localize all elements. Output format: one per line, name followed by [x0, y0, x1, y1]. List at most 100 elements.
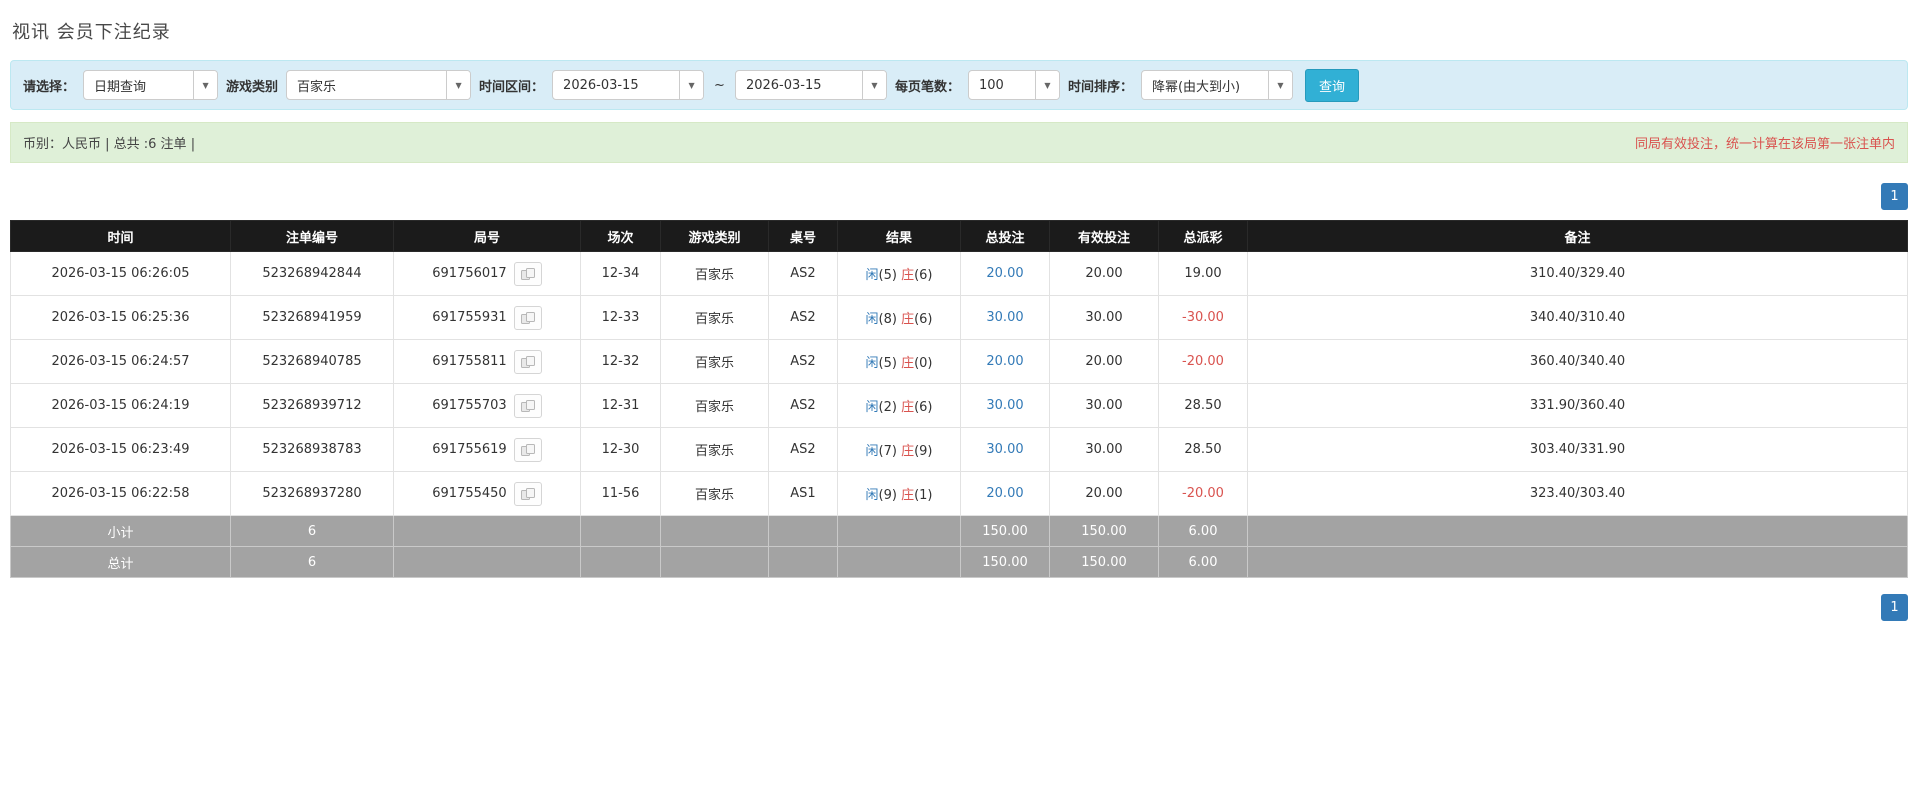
search-button[interactable]: 查询 [1304, 68, 1359, 102]
column-header: 总派彩 [1158, 220, 1248, 252]
view-cards-button[interactable] [513, 393, 542, 418]
game-type-value: 百家乐 [297, 79, 337, 95]
query-type-select[interactable]: 日期查询 ▼ [83, 70, 219, 100]
cards-icon [520, 311, 535, 324]
page-button-1[interactable]: 1 [1881, 183, 1908, 210]
cell-note: 323.40/303.40 [1247, 471, 1908, 516]
player-result: 闲 [865, 268, 879, 283]
table-row: 2026-03-15 06:23:49 523268938783 691755619… [10, 427, 1908, 472]
query-type-value: 日期查询 [94, 79, 147, 95]
payout-value: 19.00 [1184, 266, 1222, 281]
column-header: 备注 [1247, 220, 1908, 252]
cell-round-id: 691755811 [393, 339, 581, 384]
total-bet-link[interactable]: 20.00 [986, 486, 1023, 501]
player-result: 闲 [865, 312, 879, 327]
cell-round-id: 691755703 [393, 383, 581, 428]
table-footer: 小计 6 150.00 150.00 6.00 总计 6 150.00 150.00 6.00 [10, 515, 1908, 578]
cell-valid-bet: 30.00 [1049, 383, 1159, 428]
total-bet-link[interactable]: 20.00 [986, 354, 1023, 369]
page-size-value: 100 [978, 77, 1004, 93]
banker-score: (0) [914, 356, 933, 371]
footer-payout: 6.00 [1158, 515, 1248, 547]
cell-result: 闲(9) 庄(1) [837, 471, 961, 516]
payout-value: -20.00 [1182, 486, 1224, 501]
player-result: 闲 [865, 444, 879, 459]
cell-time: 2026-03-15 06:26:05 [10, 251, 231, 296]
cell-game-type: 百家乐 [660, 339, 769, 384]
date-range-label: 时间区间： [479, 79, 545, 95]
page-size-select[interactable]: 100 ▼ [967, 70, 1060, 100]
payout-value: -30.00 [1182, 310, 1224, 325]
player-score: (5) [878, 268, 897, 283]
currency-summary-text: 币别：人民币 | 总共 :6 注单 | [23, 137, 196, 152]
cell-payout: -20.00 [1158, 339, 1248, 384]
cell-game-type: 百家乐 [660, 295, 769, 340]
cell-game-type: 百家乐 [660, 471, 769, 516]
page-size-label: 每页笔数： [894, 79, 960, 95]
total-bet-link[interactable]: 20.00 [986, 266, 1023, 281]
cell-session: 11-56 [580, 471, 661, 516]
chevron-down-icon[interactable]: ▼ [861, 71, 886, 99]
summary-row: 总计 6 150.00 150.00 6.00 [10, 546, 1908, 578]
chevron-down-icon[interactable]: ▼ [446, 71, 471, 99]
total-bet-link[interactable]: 30.00 [986, 398, 1023, 413]
player-result: 闲 [865, 488, 879, 503]
player-result: 闲 [865, 356, 879, 371]
banker-result: 庄 [901, 268, 915, 283]
payout-value: -20.00 [1182, 354, 1224, 369]
cell-total-bet: 20.00 [960, 471, 1050, 516]
game-type-select[interactable]: 百家乐 ▼ [286, 70, 472, 100]
cell-result: 闲(5) 庄(0) [837, 339, 961, 384]
cell-game-type: 百家乐 [660, 383, 769, 428]
footer-total-bet: 150.00 [960, 515, 1050, 547]
chevron-down-icon[interactable]: ▼ [193, 71, 218, 99]
cell-session: 12-34 [580, 251, 661, 296]
cell-total-bet: 30.00 [960, 295, 1050, 340]
cell-total-bet: 20.00 [960, 251, 1050, 296]
cell-session: 12-31 [580, 383, 661, 428]
betting-records-page: 视讯 会员下注纪录 请选择： 日期查询 ▼ 游戏类别 百家乐 ▼ 时间区间： 2… [0, 0, 1918, 631]
banker-score: (6) [914, 400, 933, 415]
round-id-value: 691755931 [432, 310, 507, 325]
column-header: 桌号 [768, 220, 838, 252]
cell-payout: 19.00 [1158, 251, 1248, 296]
cell-bet-id: 523268938783 [230, 427, 394, 472]
view-cards-button[interactable] [513, 305, 542, 330]
table-row: 2026-03-15 06:24:57 523268940785 691755811… [10, 339, 1908, 384]
cell-time: 2026-03-15 06:22:58 [10, 471, 231, 516]
table-body: 2026-03-15 06:26:05 523268942844 691756017… [10, 251, 1908, 516]
cell-valid-bet: 30.00 [1049, 427, 1159, 472]
cell-time: 2026-03-15 06:24:19 [10, 383, 231, 428]
view-cards-button[interactable] [513, 349, 542, 374]
page-button-1[interactable]: 1 [1881, 594, 1908, 621]
footer-total-bet: 150.00 [960, 546, 1050, 578]
column-header: 结果 [837, 220, 961, 252]
cell-table-no: AS2 [768, 251, 838, 296]
cell-valid-bet: 30.00 [1049, 295, 1159, 340]
cell-table-no: AS1 [768, 471, 838, 516]
total-bet-link[interactable]: 30.00 [986, 442, 1023, 457]
view-cards-button[interactable] [513, 481, 542, 506]
cards-icon [520, 487, 535, 500]
cell-round-id: 691755931 [393, 295, 581, 340]
chevron-down-icon[interactable]: ▼ [679, 71, 704, 99]
table-row: 2026-03-15 06:26:05 523268942844 691756017… [10, 251, 1908, 296]
round-id-value: 691755450 [432, 486, 507, 501]
sort-select[interactable]: 降幂(由大到小) ▼ [1140, 70, 1293, 100]
date-to-select[interactable]: 2026-03-15 ▼ [734, 70, 887, 100]
view-cards-button[interactable] [513, 261, 542, 286]
total-bet-link[interactable]: 30.00 [986, 310, 1023, 325]
view-cards-button[interactable] [513, 437, 542, 462]
cell-payout: 28.50 [1158, 383, 1248, 428]
date-from-select[interactable]: 2026-03-15 ▼ [552, 70, 705, 100]
column-header: 游戏类别 [660, 220, 769, 252]
bet-table: 时间 注单编号 局号 场次 游戏类别 桌号 结果 总投注 有效投注 总派彩 备注 2026-03-1… [10, 220, 1908, 578]
cell-table-no: AS2 [768, 427, 838, 472]
cell-time: 2026-03-15 06:23:49 [10, 427, 231, 472]
footer-label: 小计 [10, 515, 231, 547]
column-header: 局号 [393, 220, 581, 252]
cell-valid-bet: 20.00 [1049, 251, 1159, 296]
chevron-down-icon[interactable]: ▼ [1034, 71, 1059, 99]
chevron-down-icon[interactable]: ▼ [1267, 71, 1292, 99]
cell-session: 12-30 [580, 427, 661, 472]
